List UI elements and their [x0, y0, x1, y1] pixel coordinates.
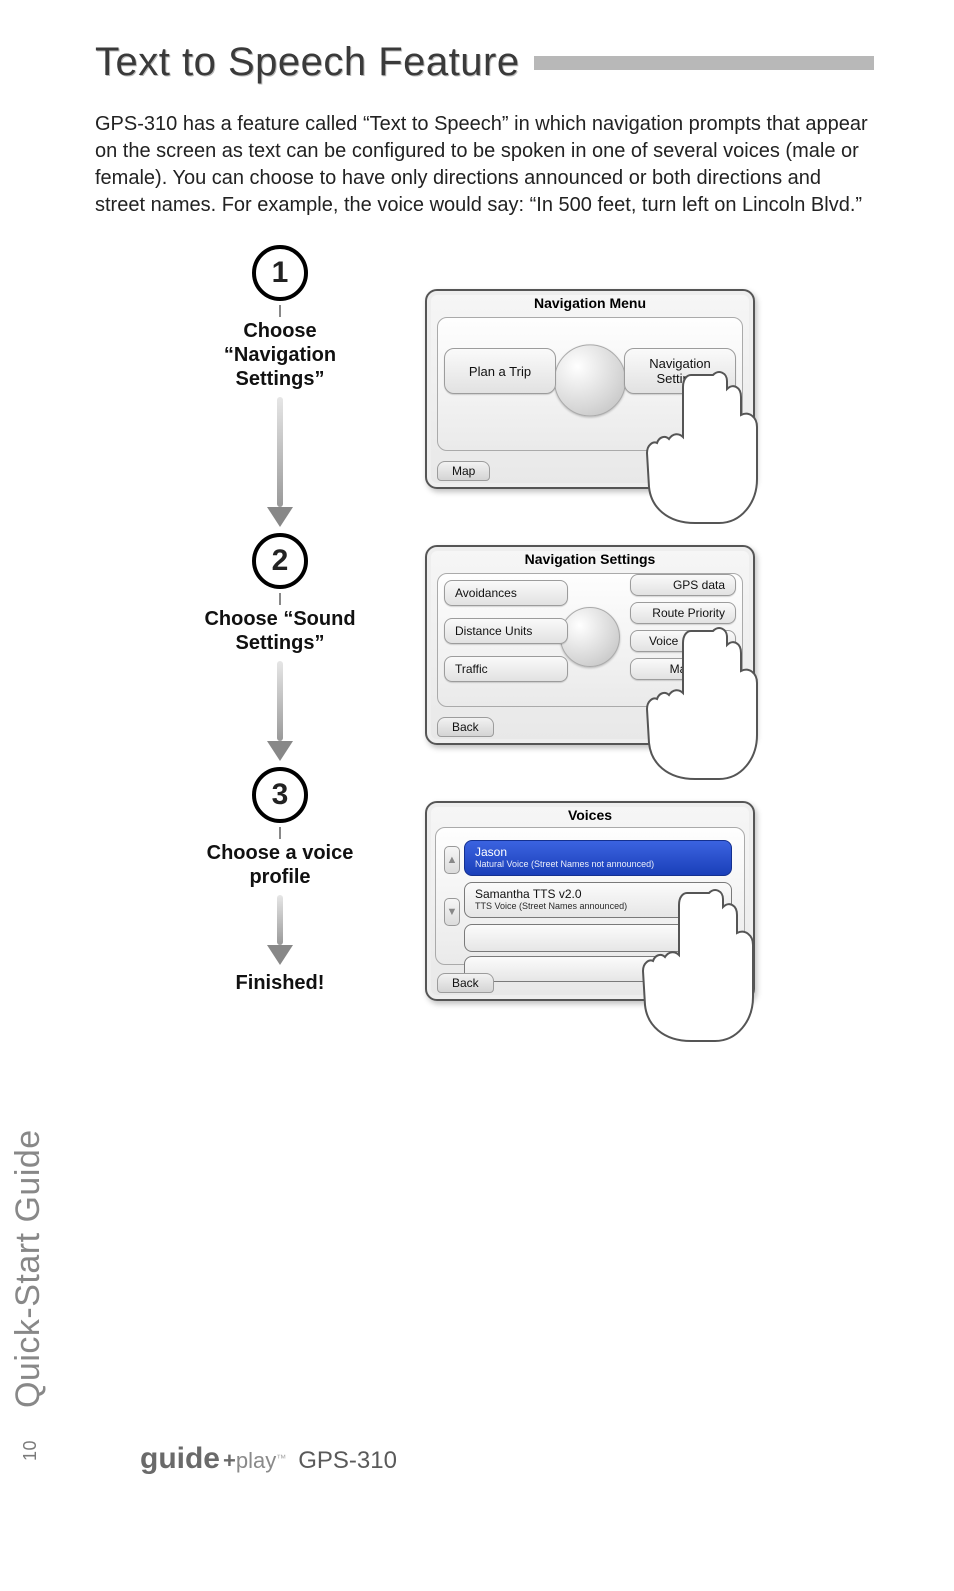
- side-label: 10 Quick-Start Guide: [9, 1129, 48, 1461]
- gps-data-button[interactable]: GPS data: [630, 574, 736, 596]
- arrow-down-icon: [267, 895, 293, 965]
- voice-subtitle: TTS Voice (Street Names announced): [475, 902, 721, 912]
- brand-guide: guide: [140, 1442, 220, 1475]
- avoidances-button[interactable]: Avoidances: [444, 580, 568, 606]
- step-tick: [279, 305, 281, 317]
- scroll-down-icon[interactable]: ▼: [444, 898, 460, 926]
- back-button[interactable]: Back: [437, 973, 494, 993]
- arrow-down-icon: [267, 661, 293, 761]
- voice-name: Samantha TTS v2.0: [475, 888, 721, 901]
- title-rule: [534, 56, 874, 70]
- map-button[interactable]: Map: [437, 461, 490, 481]
- side-guide-label: Quick-Start Guide: [9, 1129, 47, 1408]
- source-button[interactable]: Source: [675, 717, 743, 737]
- brand-play: play: [236, 1448, 276, 1473]
- plus-icon: +: [223, 1448, 236, 1473]
- back-button[interactable]: Back: [437, 717, 494, 737]
- plan-a-trip-button[interactable]: Plan a Trip: [444, 348, 556, 394]
- page-title: Text to Speech Feature: [95, 40, 520, 85]
- arrow-down-icon: [267, 397, 293, 527]
- step-tick: [279, 827, 281, 839]
- step-3-label: Choose a voice profile: [185, 841, 375, 889]
- page-number: 10: [20, 1440, 41, 1461]
- step-2-circle: 2: [252, 533, 308, 589]
- knob-icon: [554, 344, 626, 416]
- route-priority-button[interactable]: Route Priority: [630, 602, 736, 624]
- brand-model: GPS-310: [298, 1447, 397, 1475]
- finished-label: Finished!: [236, 971, 325, 995]
- step-tick: [279, 593, 281, 605]
- trademark-icon: ™: [276, 1454, 286, 1465]
- voice-subtitle: Natural Voice (Street Names not announce…: [475, 860, 721, 870]
- knob-icon: [560, 607, 620, 667]
- device-screen-3: Voices ▲ ▼ Jason Natural Voice (Street N…: [425, 801, 755, 1001]
- source-button[interactable]: ...rce: [698, 973, 743, 993]
- distance-units-button[interactable]: Distance Units: [444, 618, 568, 644]
- screen2-header: Navigation Settings: [427, 547, 753, 569]
- voice-samantha-row[interactable]: Samantha TTS v2.0 TTS Voice (Street Name…: [464, 882, 732, 918]
- footer-brand: guide+play™ GPS-310: [140, 1442, 397, 1476]
- voice-empty-row[interactable]: [464, 924, 732, 952]
- map-icons-button[interactable]: Map Icons: [630, 658, 736, 680]
- step-1-circle: 1: [252, 245, 308, 301]
- device-screen-2: Navigation Settings Avoidances Distance …: [425, 545, 755, 745]
- navigation-settings-button[interactable]: Navigation Settings: [624, 348, 736, 394]
- voice-settings-button[interactable]: Voice Settings: [630, 630, 736, 652]
- screen3-header: Voices: [427, 803, 753, 825]
- intro-paragraph: GPS-310 has a feature called “Text to Sp…: [95, 111, 874, 219]
- voice-jason-row[interactable]: Jason Natural Voice (Street Names not an…: [464, 840, 732, 876]
- device-screen-1: Navigation Menu Plan a Trip Navigation S…: [425, 289, 755, 489]
- scroll-up-icon[interactable]: ▲: [444, 846, 460, 874]
- source-button[interactable]: Source: [675, 461, 743, 481]
- step-1-label: Choose “Navigation Settings”: [185, 319, 375, 391]
- step-2-label: Choose “Sound Settings”: [185, 607, 375, 655]
- screen1-header: Navigation Menu: [427, 291, 753, 313]
- step-3-circle: 3: [252, 767, 308, 823]
- voice-name: Jason: [475, 846, 721, 859]
- traffic-button[interactable]: Traffic: [444, 656, 568, 682]
